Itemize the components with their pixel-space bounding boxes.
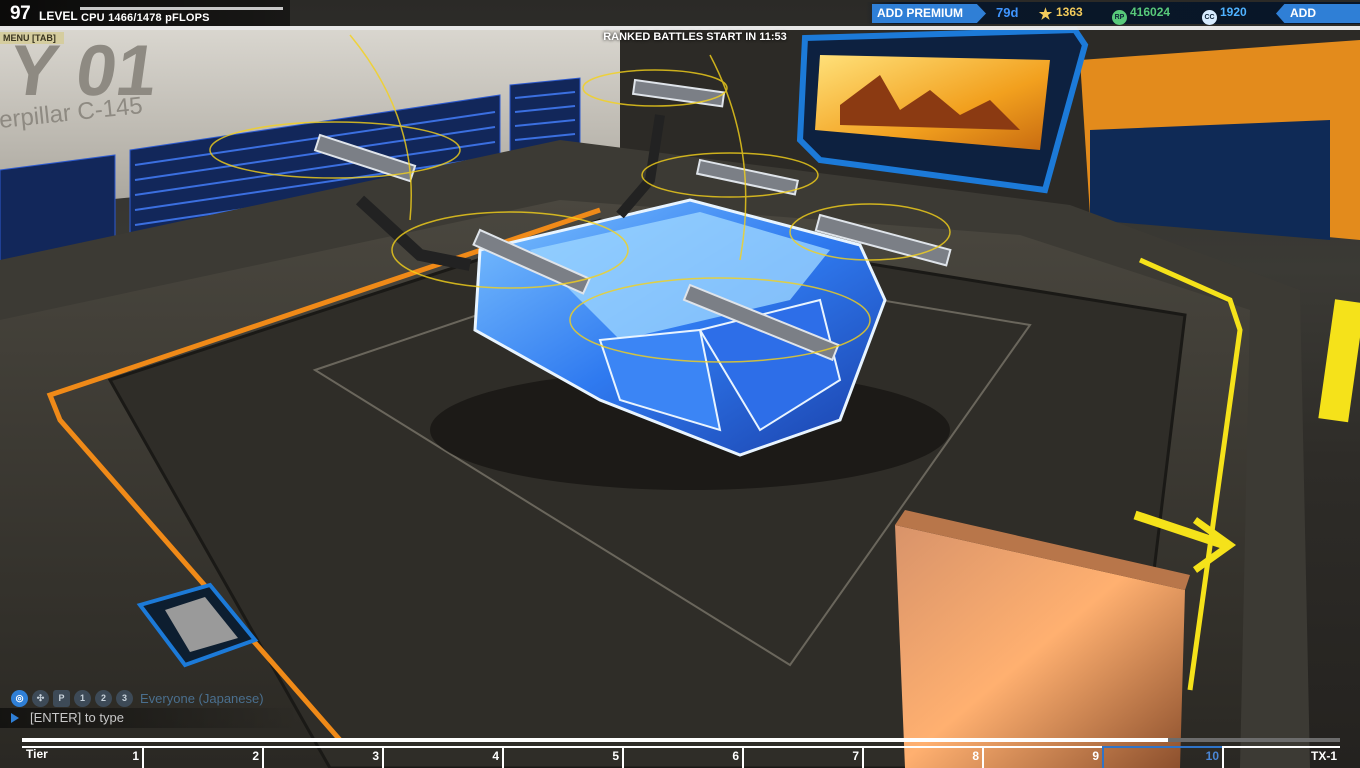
robits-value: 416024 bbox=[1130, 5, 1171, 19]
player-level-label: LEVEL bbox=[39, 9, 78, 23]
tier-segment-8[interactable]: 8 bbox=[862, 746, 982, 768]
garage-scene-art: Y 01 erpillar C-145 bbox=[0, 26, 1360, 768]
tier-segment-5[interactable]: 5 bbox=[502, 746, 622, 768]
tier-segment-4[interactable]: 4 bbox=[382, 746, 502, 768]
chat-channel-bar: ◎ ✣ P 1 2 3 Everyone (Japanese) bbox=[8, 688, 308, 708]
premium-days-remaining: 79d bbox=[996, 5, 1019, 20]
chat-arrow-icon bbox=[11, 713, 19, 723]
player-level-number: 97 bbox=[10, 3, 31, 24]
tier-segment-9[interactable]: 9 bbox=[982, 746, 1102, 768]
chat-channel-name: Everyone (Japanese) bbox=[140, 691, 264, 706]
tech-points-icon: ★ bbox=[1038, 6, 1053, 23]
tier-segment-label: 1 bbox=[132, 749, 139, 763]
tech-points-value: 1363 bbox=[1056, 5, 1083, 19]
tier-segment-1[interactable]: 1 bbox=[22, 746, 142, 768]
tier-segment-10[interactable]: 10 bbox=[1102, 746, 1222, 768]
cosmetic-credits-value: 1920 bbox=[1220, 5, 1247, 19]
cpu-usage-text: CPU 1466/1478 pFLOPS bbox=[81, 12, 210, 24]
cosmetic-credits-counter: CC 1920 bbox=[1202, 5, 1247, 25]
tier-progress-track bbox=[22, 738, 1340, 742]
garage-monitor bbox=[796, 26, 1089, 194]
add-premium-button[interactable]: ADD PREMIUM bbox=[872, 4, 986, 23]
tier-segment-tx-1[interactable]: TX-1 bbox=[1222, 746, 1340, 768]
robits-icon: RP bbox=[1112, 10, 1127, 25]
ranked-battles-timer: RANKED BATTLES START IN 11:53 bbox=[603, 31, 787, 43]
tier-segment-2[interactable]: 2 bbox=[142, 746, 262, 768]
tier-segment-6[interactable]: 6 bbox=[622, 746, 742, 768]
tier-segment-label: 4 bbox=[492, 749, 499, 763]
tier-segment-label: 10 bbox=[1205, 749, 1219, 763]
tier-segment-label: 2 bbox=[252, 749, 259, 763]
top-hud: 97 LEVEL CPU 1466/1478 pFLOPS ADD PREMIU… bbox=[0, 0, 1360, 28]
chat-input[interactable]: [ENTER] to type bbox=[0, 708, 300, 728]
tier-segment-label: 5 bbox=[612, 749, 619, 763]
tier-segment-label: 9 bbox=[1092, 749, 1099, 763]
clan-icon[interactable]: ✣ bbox=[32, 690, 49, 707]
garage-scene: Y 01 erpillar C-145 bbox=[0, 0, 1360, 768]
menu-tab-button[interactable]: MENU [TAB] bbox=[0, 32, 64, 44]
party-1-icon[interactable]: 1 bbox=[74, 690, 91, 707]
tier-segment-label: 8 bbox=[972, 749, 979, 763]
player-level-panel: 97 LEVEL CPU 1466/1478 pFLOPS bbox=[0, 0, 290, 28]
chat-input-placeholder: [ENTER] to type bbox=[30, 710, 124, 725]
tier-segment-3[interactable]: 3 bbox=[262, 746, 382, 768]
add-funds-button[interactable]: ADD FUNDS bbox=[1276, 4, 1360, 23]
tier-segment-label: 7 bbox=[852, 749, 859, 763]
globe-icon[interactable]: ◎ bbox=[11, 690, 28, 707]
private-chat-icon[interactable]: P bbox=[53, 690, 70, 707]
tier-bar: Tier 1 2 3 4 5 6 7 8 9 10 TX-1 bbox=[22, 738, 1340, 768]
tier-segment-label: 6 bbox=[732, 749, 739, 763]
tier-segment-label: 3 bbox=[372, 749, 379, 763]
tech-points-counter: ★ 1363 bbox=[1038, 5, 1083, 22]
cosmetic-credits-icon: CC bbox=[1202, 10, 1217, 25]
cpu-usage-bar bbox=[80, 7, 284, 10]
robits-counter: RP 416024 bbox=[1112, 5, 1170, 25]
tier-progress-remaining bbox=[1168, 738, 1340, 742]
party-3-icon[interactable]: 3 bbox=[116, 690, 133, 707]
party-2-icon[interactable]: 2 bbox=[95, 690, 112, 707]
top-divider bbox=[0, 26, 1360, 30]
tier-segment-7[interactable]: 7 bbox=[742, 746, 862, 768]
currency-strip: ADD PREMIUM 79d ★ 1363 RP 416024 CC 1920 AD… bbox=[866, 2, 1360, 25]
tier-segment-label: TX-1 bbox=[1310, 749, 1337, 763]
